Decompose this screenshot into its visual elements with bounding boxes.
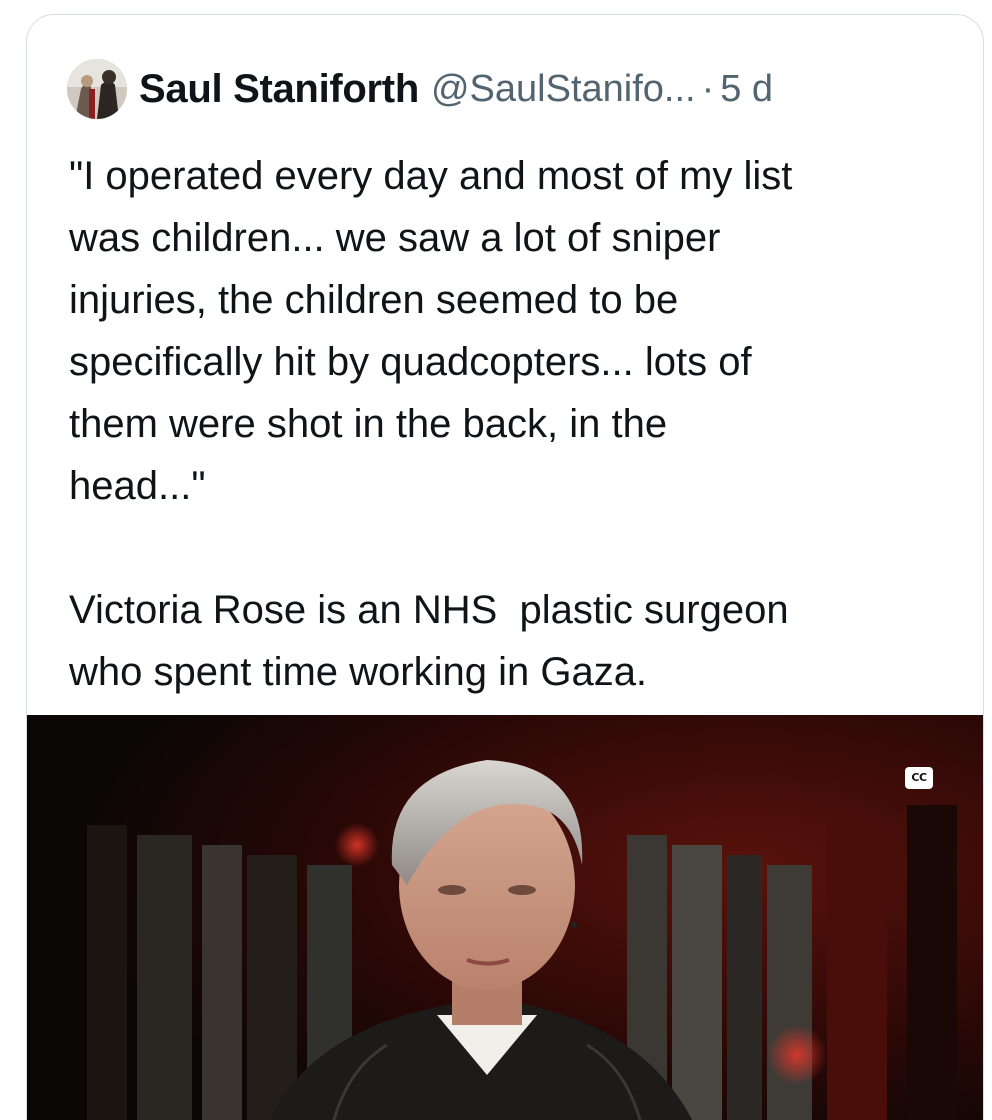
separator-dot: · — [701, 67, 715, 110]
tweet-header: Saul Staniforth @SaulStanifo... · 5 d — [67, 59, 773, 119]
author-avatar[interactable] — [67, 59, 127, 119]
quoted-tweet-card[interactable]: Saul Staniforth @SaulStanifo... · 5 d "I… — [26, 14, 984, 1120]
page: Saul Staniforth @SaulStanifo... · 5 d "I… — [0, 0, 992, 1120]
closed-captions-icon[interactable]: CC — [905, 767, 933, 789]
author-handle[interactable]: @SaulStanifo... — [431, 68, 696, 111]
author-name[interactable]: Saul Staniforth — [139, 67, 419, 112]
avatar-photo-icon — [67, 59, 127, 119]
video-player[interactable]: CC — [27, 715, 983, 1120]
tweet-timestamp[interactable]: 5 d — [720, 68, 773, 111]
tweet-text: "I operated every day and most of my lis… — [69, 154, 793, 694]
video-frame — [27, 715, 983, 1120]
